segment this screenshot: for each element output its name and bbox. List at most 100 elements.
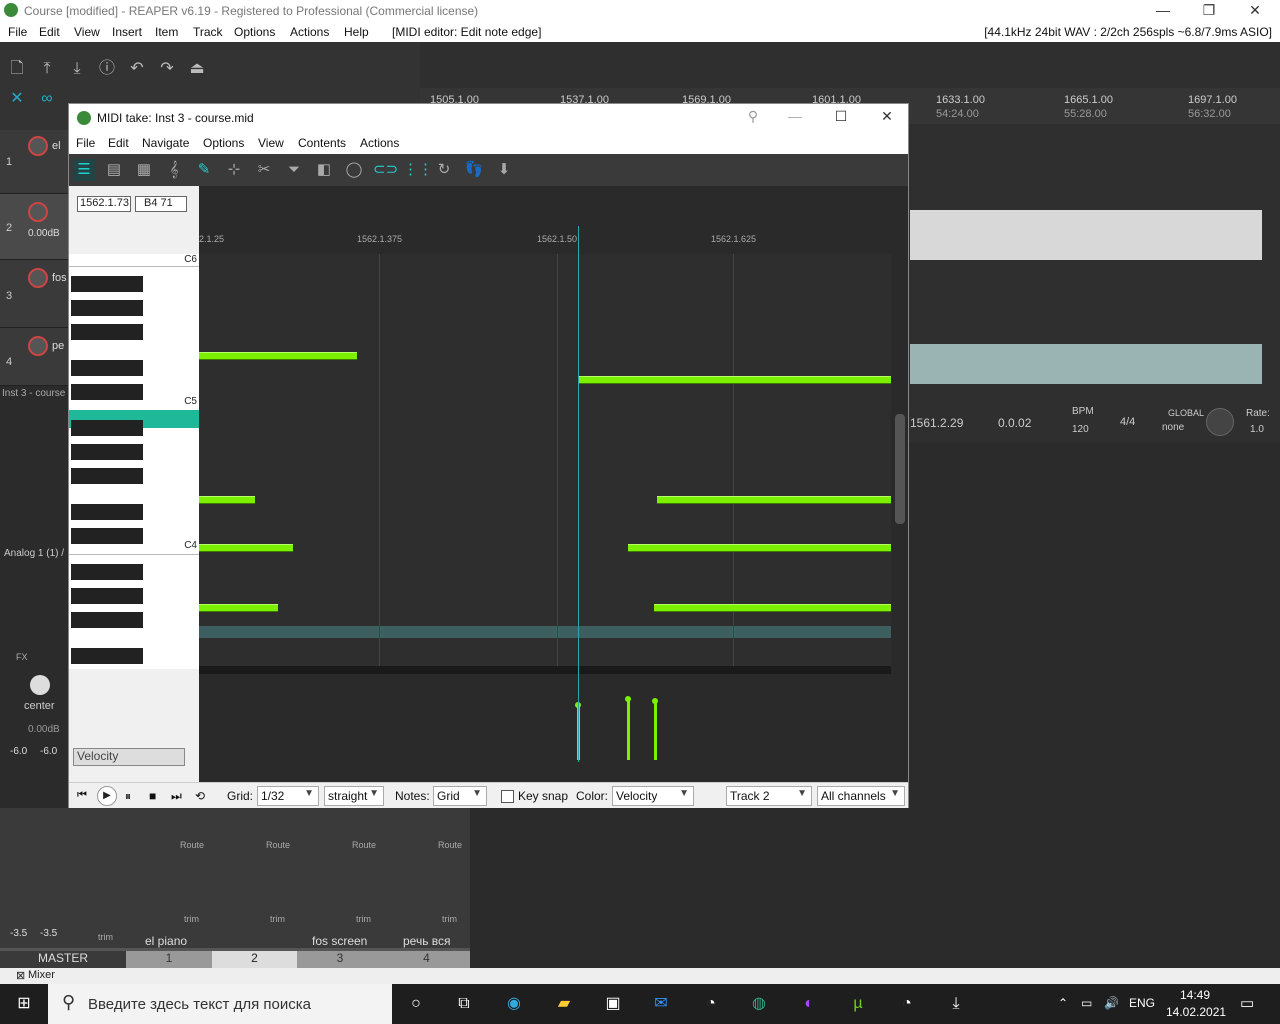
midi-item-track2[interactable] (910, 210, 1262, 260)
stop-button[interactable]: ■ (149, 789, 156, 803)
import-icon[interactable]: ⬇ (493, 159, 515, 181)
pause-button[interactable]: ⏸ (125, 789, 131, 804)
velocity-lane[interactable] (199, 676, 891, 760)
mixer-tab[interactable]: Mixer (28, 969, 55, 981)
midi-note[interactable] (657, 496, 891, 504)
gauge-icon[interactable]: ◔ (894, 992, 920, 1016)
velocity-handle[interactable] (652, 698, 658, 704)
route-button[interactable]: Route (352, 840, 376, 850)
black-key[interactable] (71, 300, 143, 316)
midi-menu-actions[interactable]: Actions (360, 136, 399, 150)
step-input-icon[interactable]: 👣 (463, 159, 485, 181)
fx-button[interactable]: FX (16, 652, 28, 662)
record-arm-button[interactable] (28, 202, 48, 222)
piano-keyboard[interactable]: C6 C5 C4 (69, 254, 199, 669)
podcast-icon[interactable]: ◐ (796, 992, 822, 1016)
track-2[interactable]: 2 0.00dB (0, 194, 68, 260)
gauge-icon[interactable]: ◔ (698, 992, 724, 1016)
loop-button[interactable]: ⟲ (195, 789, 205, 803)
download-icon[interactable]: ⤓ (943, 992, 969, 1016)
piano-roll-grid[interactable] (199, 254, 891, 669)
minimize-button[interactable]: — (1140, 2, 1186, 18)
go-end-button[interactable]: ⏭ (171, 789, 182, 804)
track-name[interactable]: fos (52, 272, 67, 284)
midi-menu-view[interactable]: View (258, 136, 284, 150)
toggle-icon[interactable]: ◧ (313, 159, 335, 181)
close-button[interactable]: ✕ (1232, 2, 1278, 19)
black-key[interactable] (71, 420, 143, 436)
task-view-icon[interactable]: ⧉ (451, 992, 477, 1016)
clock-date[interactable]: 14.02.2021 (1166, 1005, 1226, 1019)
channel-name-1[interactable]: el piano (145, 934, 187, 948)
midi-note[interactable] (199, 544, 293, 552)
track-name[interactable]: pe (52, 340, 64, 352)
maximize-button[interactable]: ❐ (1186, 2, 1232, 19)
route-button[interactable]: Route (180, 840, 204, 850)
note-field[interactable]: B4 71 (135, 196, 187, 212)
explorer-icon[interactable]: ▰ (551, 992, 577, 1016)
black-key[interactable] (71, 648, 143, 664)
utorrent-icon[interactable]: µ (845, 992, 871, 1016)
named-notes-mode-icon[interactable]: ▤ (103, 159, 125, 181)
close-icon[interactable]: ⊠ (16, 969, 25, 982)
channel-select[interactable]: All channels ▼ (817, 786, 905, 806)
lane-divider[interactable] (199, 666, 891, 674)
menu-file[interactable]: File (8, 25, 27, 39)
midi-note[interactable] (199, 604, 278, 612)
redo-icon[interactable]: ↷ (156, 58, 178, 80)
menu-actions[interactable]: Actions (290, 25, 329, 39)
horizontal-scrollbar[interactable] (199, 768, 891, 782)
open-project-icon[interactable]: ⤒ (36, 58, 58, 80)
velocity-bar[interactable] (654, 700, 657, 760)
black-key[interactable] (71, 504, 143, 520)
grid-select[interactable]: 1/32 ▼ (257, 786, 319, 806)
metronome-icon[interactable]: ⏏ (186, 58, 208, 80)
midi-menu-options[interactable]: Options (203, 136, 244, 150)
erase-icon[interactable]: ✂ (253, 159, 275, 181)
record-arm-button[interactable] (28, 268, 48, 288)
edge-icon[interactable]: ◉ (501, 992, 527, 1016)
ripple-icon[interactable]: ✕ (6, 88, 28, 110)
reaper-icon[interactable]: ◍ (746, 992, 772, 1016)
black-key[interactable] (71, 444, 143, 460)
quantize-icon[interactable]: ◯ (343, 159, 365, 181)
track-3[interactable]: 3 fos (0, 260, 68, 328)
draw-icon[interactable]: ✎ (193, 159, 215, 181)
midi-menu-contents[interactable]: Contents (298, 136, 346, 150)
midi-menu-file[interactable]: File (76, 136, 95, 150)
info-icon[interactable]: ⓘ (96, 58, 118, 80)
notification-icon[interactable]: ▭ (1240, 994, 1254, 1012)
edit-cursor[interactable] (578, 226, 579, 762)
menu-help[interactable]: Help (344, 25, 369, 39)
menu-options[interactable]: Options (234, 25, 275, 39)
audio-item-track4[interactable] (910, 344, 1262, 384)
velocity-bar[interactable] (627, 698, 630, 760)
pan-knob[interactable] (30, 675, 50, 695)
black-key[interactable] (71, 528, 143, 544)
loop-icon[interactable]: ↻ (433, 159, 455, 181)
menu-insert[interactable]: Insert (112, 25, 142, 39)
link-icon[interactable]: ∞ (36, 88, 58, 110)
network-icon[interactable]: ▭ (1081, 996, 1092, 1010)
black-key[interactable] (71, 468, 143, 484)
store-icon[interactable]: ▣ (600, 992, 626, 1016)
black-key[interactable] (71, 588, 143, 604)
rate-value[interactable]: 1.0 (1250, 424, 1264, 435)
save-project-icon[interactable]: ⤓ (66, 58, 88, 80)
midi-menu-edit[interactable]: Edit (108, 136, 129, 150)
midi-ruler[interactable]: 2.1.25 1562.1.375 1562.1.50 1562.1.625 (199, 226, 891, 254)
close-button[interactable]: ✕ (867, 108, 907, 125)
select-icon[interactable]: ⊹ (223, 159, 245, 181)
maximize-button[interactable]: ☐ (821, 108, 861, 125)
black-key[interactable] (71, 612, 143, 628)
play-button[interactable]: ▶ (97, 786, 117, 806)
black-key[interactable] (71, 360, 143, 376)
position-field[interactable]: 1562.1.73 (77, 196, 131, 212)
vertical-scrollbar[interactable] (893, 254, 907, 664)
track-volume[interactable]: 0.00dB (28, 228, 60, 239)
black-key[interactable] (71, 384, 143, 400)
record-arm-button[interactable] (28, 336, 48, 356)
new-project-icon[interactable]: 🗋 (6, 58, 28, 80)
global-none[interactable]: none (1162, 422, 1184, 433)
keysnap-checkbox[interactable] (501, 790, 514, 803)
